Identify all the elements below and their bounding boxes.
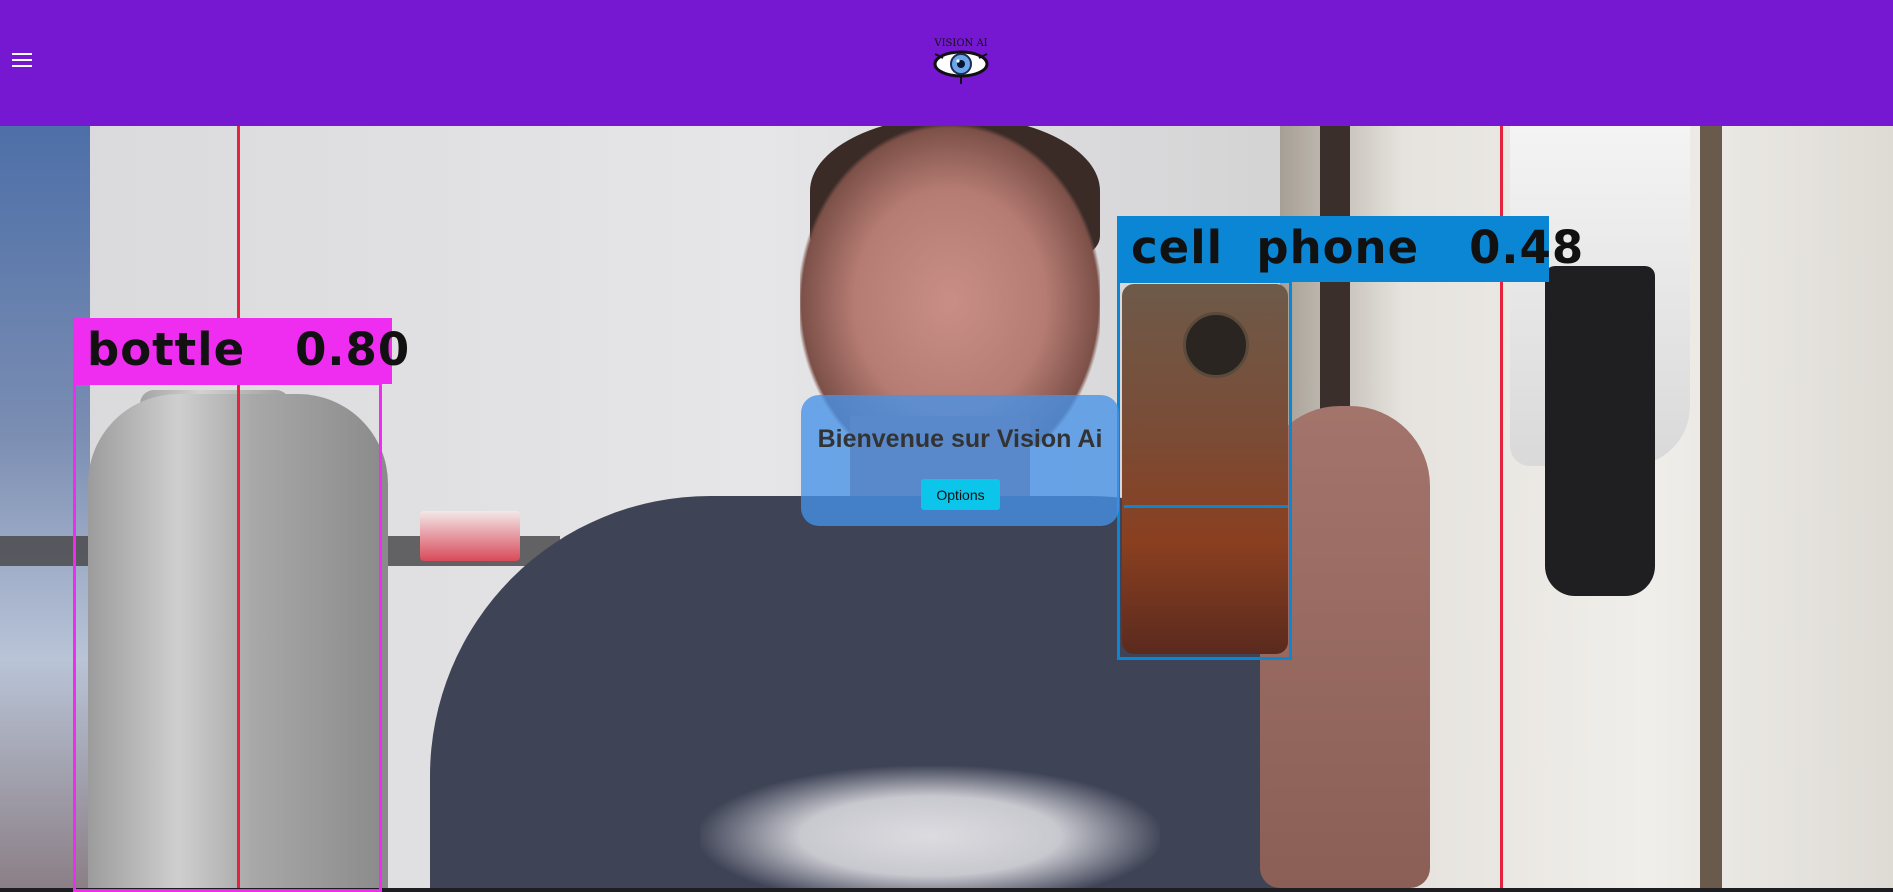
hamburger-menu-icon[interactable] — [12, 50, 32, 68]
cell-phone-detection-box — [1117, 280, 1292, 660]
bottle-detection-box — [73, 382, 382, 892]
detection-class: cell phone — [1131, 221, 1420, 274]
detection-score: 0.80 — [295, 323, 411, 376]
detection-score: 0.48 — [1469, 221, 1585, 274]
cell-phone-detection-label: cell phone 0.48 — [1117, 216, 1583, 282]
welcome-title: Bienvenue sur Vision Ai — [817, 425, 1103, 453]
vision-ai-logo[interactable]: VISION AI — [929, 34, 993, 88]
welcome-card: Bienvenue sur Vision Ai Options — [801, 395, 1119, 526]
detection-class: bottle — [87, 323, 246, 376]
options-button[interactable]: Options — [921, 479, 1000, 510]
bottle-detection-label: bottle 0.80 — [73, 318, 409, 384]
svg-text:VISION AI: VISION AI — [933, 38, 987, 49]
app-header: VISION AI — [0, 0, 1893, 126]
cell-phone-detection-divider — [1124, 505, 1288, 508]
